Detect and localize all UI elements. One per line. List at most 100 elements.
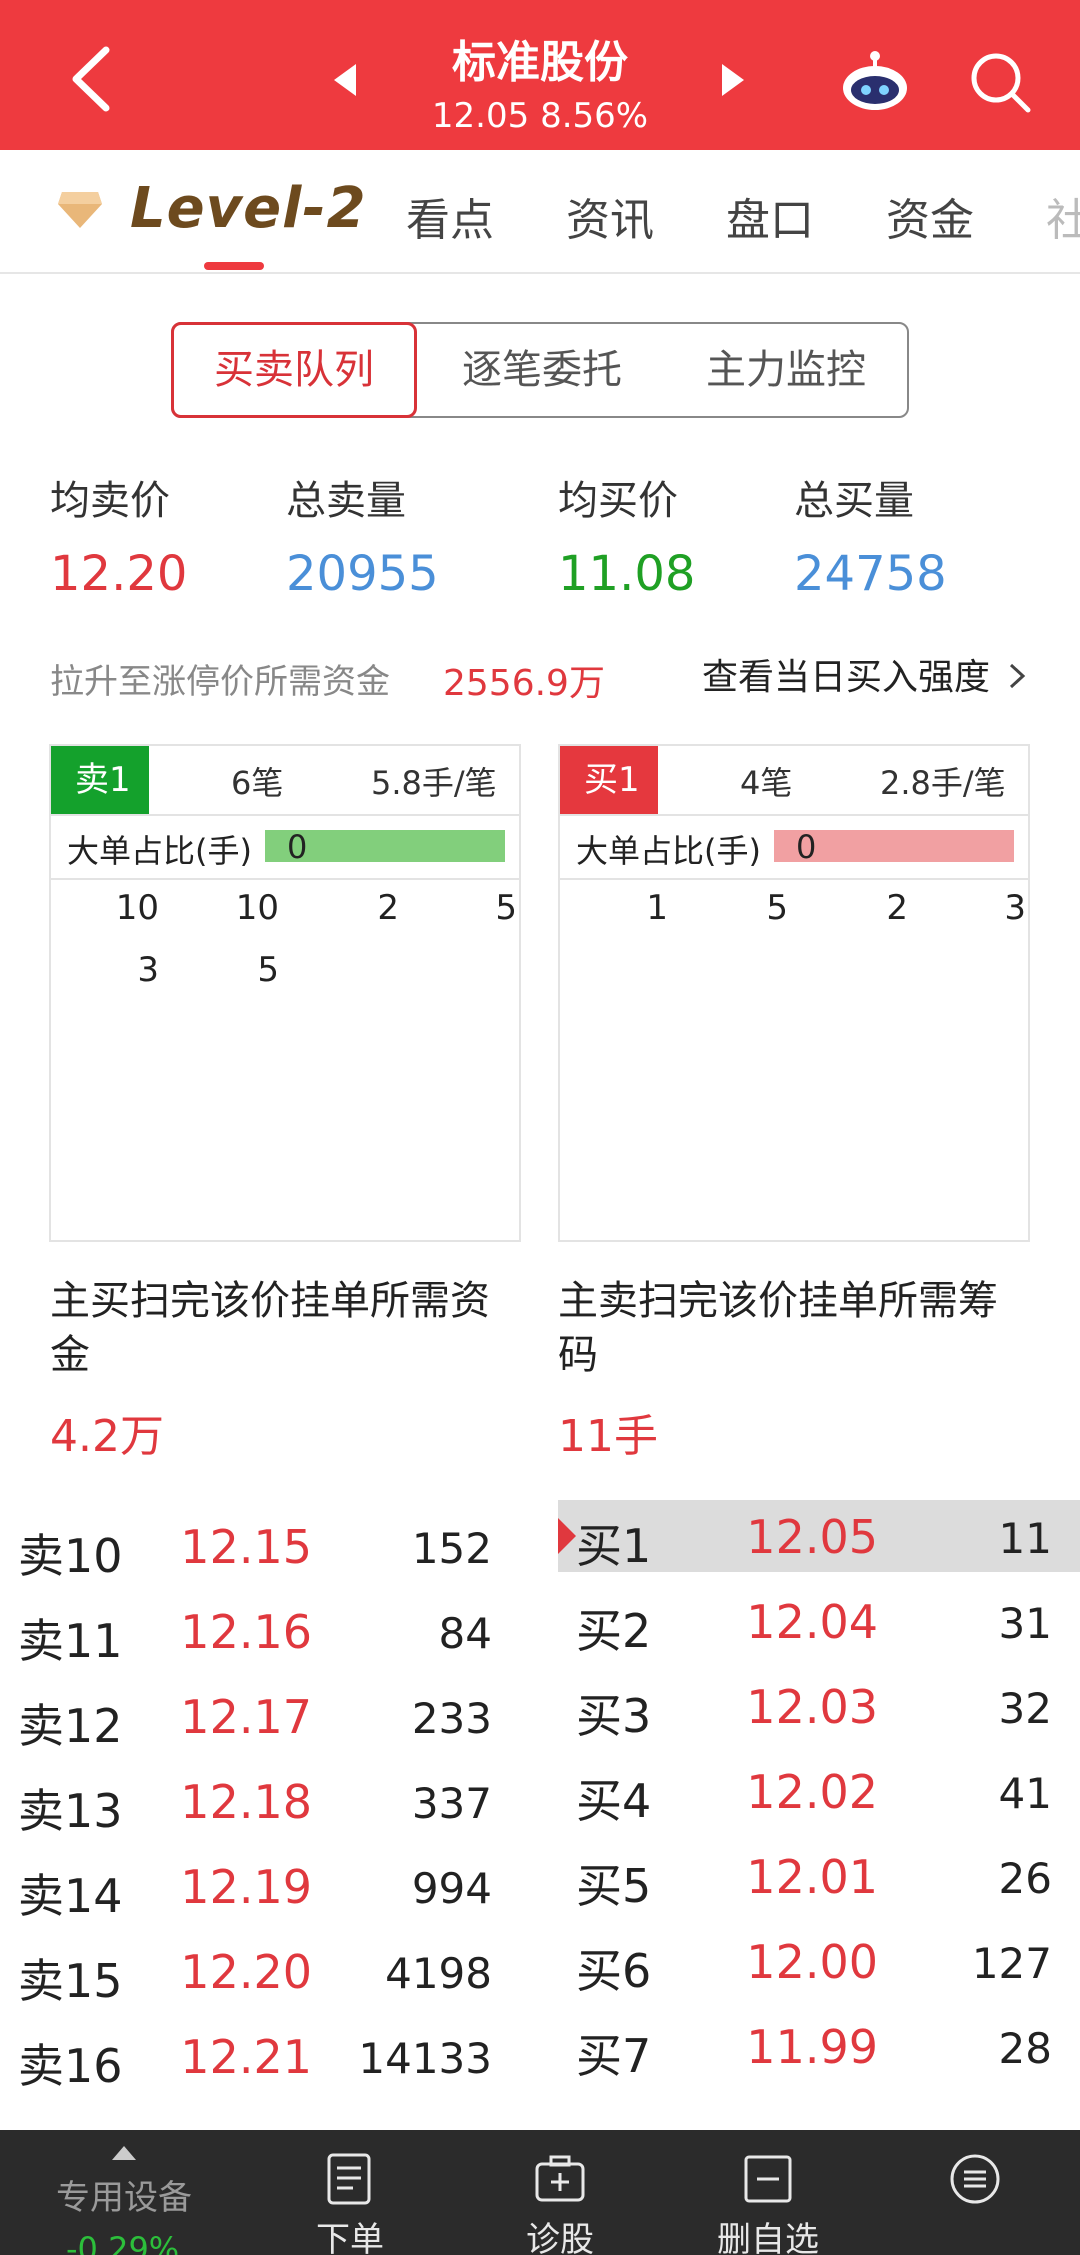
sell-book-row[interactable]: 卖16 12.21 14133 (0, 2022, 520, 2094)
header: 标准股份 12.05 8.56% (0, 0, 1080, 150)
order-button[interactable]: 下单 (280, 2130, 420, 2255)
sell-book-row[interactable]: 卖11 12.16 84 (0, 1597, 520, 1669)
avg-sell-label: 均卖价 (50, 478, 170, 524)
tab-kandian[interactable]: 看点 (406, 184, 494, 248)
buy-book-price: 12.05 (746, 1510, 878, 1564)
sell-book-level-label: 卖14 (18, 1869, 123, 1923)
buy-book-volume: 11 (998, 1514, 1052, 1563)
search-icon[interactable] (968, 50, 1032, 114)
sell-book-price: 12.18 (180, 1775, 312, 1829)
avg-buy-label: 均买价 (558, 478, 678, 524)
sell-big-bar: 0 (265, 828, 505, 866)
sell-order: 3 (137, 950, 159, 990)
chevron-right-icon (1010, 663, 1026, 689)
minus-square-icon (744, 2155, 792, 2203)
menu-button[interactable] (920, 2130, 1030, 2255)
buy-book-row[interactable]: 买1 12.05 11 (558, 1502, 1080, 1574)
buy-book-level-label: 买4 (576, 1774, 652, 1828)
avg-sell-value: 12.20 (50, 546, 188, 602)
tab-community[interactable]: 社 (1046, 184, 1080, 248)
buy-book-row[interactable]: 买6 12.00 127 (558, 1927, 1080, 1999)
sell-order: 2 (377, 888, 399, 928)
total-buy-label: 总买量 (794, 478, 914, 524)
buy-book-level-label: 买3 (576, 1689, 652, 1743)
sell-book-volume: 233 (411, 1694, 492, 1743)
sell-big-label: 大单占比(手) (67, 832, 252, 870)
sell-book-price: 12.17 (180, 1690, 312, 1744)
sell-book-row[interactable]: 卖10 12.15 152 (0, 1512, 520, 1584)
buy-book-volume: 41 (998, 1769, 1052, 1818)
buy-book-row[interactable]: 买2 12.04 31 (558, 1587, 1080, 1659)
expand-up-icon[interactable] (112, 2146, 136, 2160)
sell-order: 10 (115, 888, 159, 928)
segmented-control: 买卖队列 逐笔委托 主力监控 (171, 322, 909, 418)
sell-queue-header: 卖1 6笔 5.8手/笔 (51, 746, 519, 816)
total-sell-label: 总卖量 (286, 478, 406, 524)
tab-pankou[interactable]: 盘口 (726, 184, 814, 248)
segment-main-monitor[interactable]: 主力监控 (663, 324, 909, 416)
buy-order: 1 (646, 888, 668, 928)
buy-book-row[interactable]: 买4 12.02 41 (558, 1757, 1080, 1829)
buy-book-row[interactable]: 买3 12.03 32 (558, 1672, 1080, 1744)
tab-funds[interactable]: 资金 (886, 184, 974, 248)
raise-label: 拉升至涨停价所需资金 (50, 662, 390, 702)
industry-change: -0.29% (66, 2230, 180, 2255)
sell-book-level-label: 卖10 (18, 1529, 123, 1583)
buy-book-price: 12.00 (746, 1935, 878, 1989)
buy-big-label: 大单占比(手) (576, 832, 761, 870)
segment-queue[interactable]: 买卖队列 (171, 322, 417, 418)
buy1-per: 2.8手/笔 (880, 764, 1006, 802)
buy-book-volume: 31 (998, 1599, 1052, 1648)
industry-label[interactable]: 专用设备 (56, 2170, 192, 2219)
buy-book-level-label: 买6 (576, 1944, 652, 1998)
stock-quote: 12.05 8.56% (431, 96, 649, 136)
buy-order: 5 (766, 888, 788, 928)
sell-book-level-label: 卖15 (18, 1954, 123, 2008)
order-label: 下单 (316, 2220, 384, 2255)
robot-icon[interactable] (840, 50, 910, 112)
raise-value: 2556.9万 (443, 663, 605, 704)
sell-book-price: 12.20 (180, 1945, 312, 1999)
segment-tick-orders[interactable]: 逐笔委托 (419, 324, 665, 416)
buy-book-volume: 28 (998, 2024, 1052, 2073)
sell-book-price: 12.16 (180, 1605, 312, 1659)
sell-big-value: 0 (287, 828, 308, 866)
buy-book-level-label: 买2 (576, 1604, 652, 1658)
buy-book-price: 12.04 (746, 1595, 878, 1649)
sell-book-row[interactable]: 卖15 12.20 4198 (0, 1937, 520, 2009)
buy-book-row[interactable]: 买7 11.99 28 (558, 2012, 1080, 2084)
remove-watchlist-button[interactable]: 删自选 (698, 2130, 838, 2255)
buy-big-bar: 0 (774, 828, 1014, 866)
sell-need-value: 11手 (558, 1411, 658, 1462)
total-sell-value: 20955 (286, 546, 439, 602)
buy-strength-link[interactable]: 查看当日买入强度 (702, 648, 1027, 700)
sell-book-level-label: 卖11 (18, 1614, 123, 1668)
sell-book-price: 12.21 (180, 2030, 312, 2084)
bottom-bar: 专用设备 -0.29% 下单 诊股 删自选 (0, 2130, 1080, 2255)
buy-big-order-row: 大单占比(手) 0 (560, 816, 1028, 880)
tab-level2[interactable]: Level-2 (130, 176, 367, 241)
diamond-icon (58, 192, 102, 228)
tab-underline (204, 262, 264, 270)
total-buy-value: 24758 (794, 546, 947, 602)
tab-news[interactable]: 资讯 (566, 184, 654, 248)
buy-book-price: 12.02 (746, 1765, 878, 1819)
buy-queue-panel: 买1 4笔 2.8手/笔 大单占比(手) 0 1 5 2 3 (558, 744, 1030, 1242)
buy-need-label: 主买扫完该价挂单所需资金 (50, 1278, 490, 1378)
sell-book-row[interactable]: 卖12 12.17 233 (0, 1682, 520, 1754)
next-stock-icon[interactable] (722, 64, 744, 96)
sell-book-level-label: 卖16 (18, 2039, 123, 2093)
buy-order: 2 (886, 888, 908, 928)
sell-order: 5 (257, 950, 279, 990)
sell-order: 5 (495, 888, 517, 928)
diagnose-button[interactable]: 诊股 (490, 2130, 630, 2255)
buy-need-value: 4.2万 (50, 1411, 164, 1462)
sell-book-row[interactable]: 卖13 12.18 337 (0, 1767, 520, 1839)
avg-buy-value: 11.08 (558, 546, 696, 602)
sell-book-volume: 14133 (358, 2034, 492, 2083)
sell1-badge: 卖1 (51, 746, 149, 814)
buy1-count: 4笔 (740, 764, 793, 802)
sell-book-row[interactable]: 卖14 12.19 994 (0, 1852, 520, 1924)
buy-book-row[interactable]: 买5 12.01 26 (558, 1842, 1080, 1914)
menu-icon (950, 2154, 1000, 2204)
